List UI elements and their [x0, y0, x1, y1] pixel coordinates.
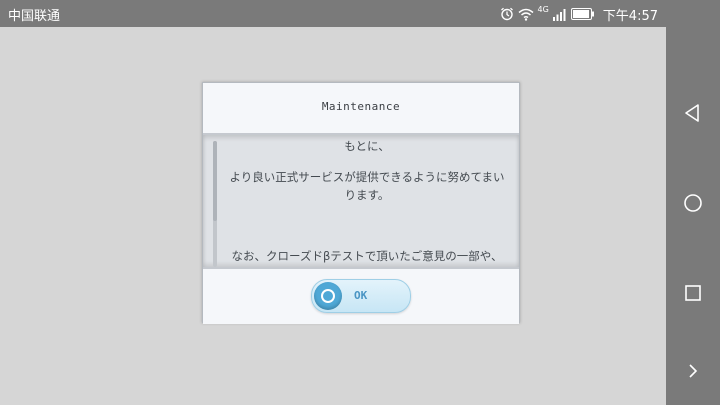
recents-icon[interactable] — [679, 279, 707, 307]
network-type-label: 4G — [537, 4, 549, 14]
back-icon[interactable] — [679, 99, 707, 127]
alarm-icon — [500, 7, 514, 21]
ok-circle-icon — [314, 282, 342, 310]
dialog-title: Maintenance — [321, 100, 401, 113]
wifi-icon — [518, 8, 534, 21]
scroll-thumb[interactable] — [213, 141, 217, 221]
body-line: ります。 — [344, 188, 390, 202]
dialog-footer: OK — [203, 267, 519, 324]
expand-icon[interactable] — [679, 357, 707, 385]
body-line: なお、クローズドβテストで頂いたご意見の一部や、 — [231, 249, 503, 263]
dialog-header: Maintenance — [203, 83, 519, 135]
signal-icon — [552, 8, 567, 21]
body-line: もとに、 — [344, 139, 390, 153]
ring-icon — [321, 289, 335, 303]
dialog-body[interactable]: もとに、 より良い正式サービスが提供できるように努めてまい ります。 なお、クロ… — [203, 135, 519, 267]
home-icon[interactable] — [679, 189, 707, 217]
clock: 下午4:57 — [602, 8, 658, 24]
maintenance-dialog: Maintenance もとに、 より良い正式サービスが提供できるように努めてま… — [202, 82, 520, 324]
carrier-name: 中国联通 — [8, 9, 61, 24]
navigation-bar — [666, 27, 720, 405]
ok-button[interactable]: OK — [311, 279, 411, 313]
status-bar: 中国联通 4G 下午4:57 — [0, 0, 720, 27]
body-line: より良い正式サービスが提供できるように努めてまい — [229, 170, 505, 184]
status-icons: 4G 下午4:57 — [500, 4, 658, 24]
ok-button-label: OK — [354, 289, 368, 302]
battery-icon — [570, 8, 595, 20]
scrollbar[interactable] — [213, 141, 217, 267]
